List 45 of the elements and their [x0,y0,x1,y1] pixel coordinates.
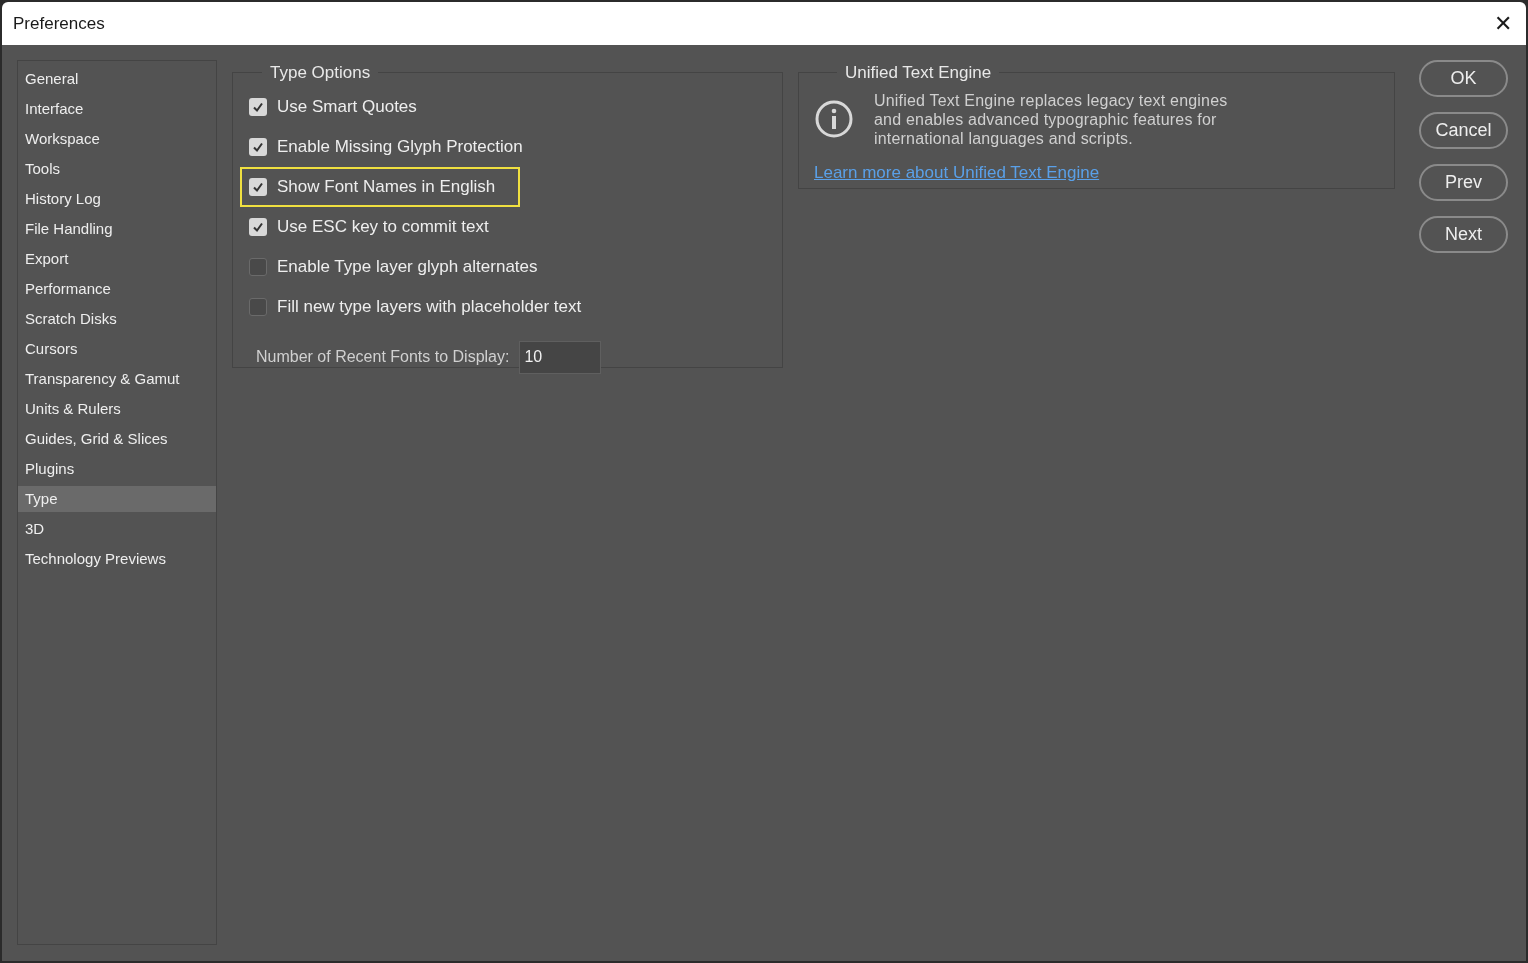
option-label: Enable Missing Glyph Protection [277,135,523,158]
sidebar-item[interactable]: File Handling [18,216,216,242]
info-icon [814,99,854,139]
checkmark-icon [252,220,264,233]
option-label: Show Font Names in English [277,175,496,198]
field-label: Number of Recent Fonts to Display: [256,347,510,367]
option-label: Enable Type layer glyph alternates [277,255,538,278]
sidebar-item[interactable]: Performance [18,276,216,302]
checkbox[interactable] [249,137,267,156]
sidebar-item[interactable]: Scratch Disks [18,306,216,332]
description-text: Unified Text Engine replaces legacy text engines and enables advanced typographic features for international languages and scripts. [874,90,1229,148]
sidebar-item[interactable]: Export [18,246,216,272]
checkmark-icon [252,180,264,193]
dialog-button[interactable]: Prev [1419,164,1508,201]
checkbox[interactable] [249,217,267,236]
sidebar-item[interactable]: Transparency & Gamut [18,366,216,392]
option-label: Use ESC key to commit text [277,215,489,238]
sidebar-item[interactable]: Cursors [18,336,216,362]
checkbox[interactable] [249,297,267,316]
sidebar-item[interactable]: 3D [18,516,216,542]
sidebar-item[interactable]: Units & Rulers [18,396,216,422]
window-title: Preferences [13,12,105,35]
sidebar-item[interactable]: Workspace [18,126,216,152]
sidebar-item[interactable]: General [18,66,216,92]
sidebar-item[interactable]: Tools [18,156,216,182]
dialog-button[interactable]: Next [1419,216,1508,253]
group-title: Unified Text Engine [844,62,993,84]
sidebar-item[interactable]: Type [18,486,216,512]
sidebar-item[interactable]: Guides, Grid & Slices [18,426,216,452]
checkbox[interactable] [249,97,267,116]
group-title: Type Options [269,62,372,84]
checkmark-icon [252,100,264,113]
option-label: Fill new type layers with placeholder text [277,295,582,318]
sidebar-item[interactable]: Interface [18,96,216,122]
input-field[interactable]: 10 [519,340,602,374]
option-label: Use Smart Quotes [277,95,417,118]
sidebar-item[interactable]: Technology Previews [18,546,216,572]
checkbox[interactable] [249,177,267,196]
sidebar-item[interactable]: Plugins [18,456,216,482]
dialog-button[interactable]: Cancel [1419,112,1508,149]
checkmark-icon [252,140,264,153]
dialog-button[interactable]: OK [1419,60,1508,97]
close-button[interactable]: ✕ [1480,2,1526,45]
sidebar-item[interactable]: History Log [18,186,216,212]
checkbox[interactable] [249,257,267,276]
